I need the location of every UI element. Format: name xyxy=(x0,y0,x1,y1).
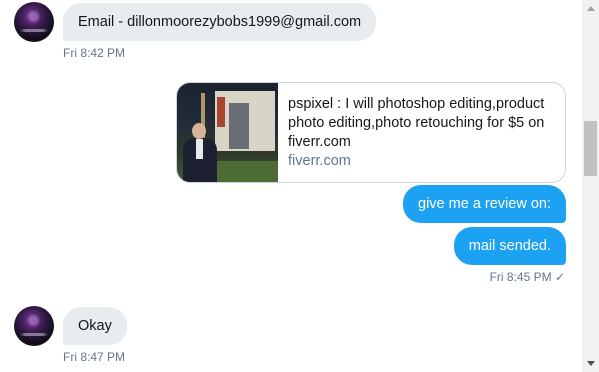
checkmark-icon: ✓ xyxy=(554,270,565,284)
scroll-down-arrow-icon[interactable] xyxy=(582,355,599,372)
message-status-row: Fri 8:45 PM ✓ xyxy=(490,270,565,284)
message-timestamp: Fri 8:47 PM xyxy=(63,350,126,364)
message-text: Email - dillonmoorezybobs1999@gmail.com xyxy=(78,14,362,30)
link-preview-domain: fiverr.com xyxy=(288,153,351,169)
scrollbar-thumb[interactable] xyxy=(584,121,597,176)
message-bubble-review[interactable]: give me a review on: xyxy=(403,185,566,223)
sender-avatar[interactable] xyxy=(14,2,54,42)
message-bubble-email[interactable]: Email - dillonmoorezybobs1999@gmail.com xyxy=(63,3,377,41)
message-thread: Email - dillonmoorezybobs1999@gmail.com … xyxy=(0,0,582,372)
link-preview-image xyxy=(177,83,278,182)
sender-avatar[interactable] xyxy=(14,306,54,346)
message-bubble-okay[interactable]: Okay xyxy=(63,307,127,345)
message-text: mail sended. xyxy=(468,238,551,254)
message-bubble-mail[interactable]: mail sended. xyxy=(453,227,566,265)
link-preview-body: pspixel : I will photoshop editing,produ… xyxy=(288,95,555,171)
vertical-scrollbar[interactable] xyxy=(582,0,599,372)
scroll-up-arrow-icon[interactable] xyxy=(582,0,599,17)
message-text: give me a review on: xyxy=(418,196,551,212)
message-text: Okay xyxy=(78,318,112,334)
link-preview-title: pspixel : I will photoshop editing,produ… xyxy=(288,96,545,150)
message-timestamp: Fri 8:42 PM xyxy=(63,46,126,60)
message-timestamp: Fri 8:45 PM xyxy=(489,270,552,284)
link-preview-card[interactable]: pspixel : I will photoshop editing,produ… xyxy=(176,82,566,183)
